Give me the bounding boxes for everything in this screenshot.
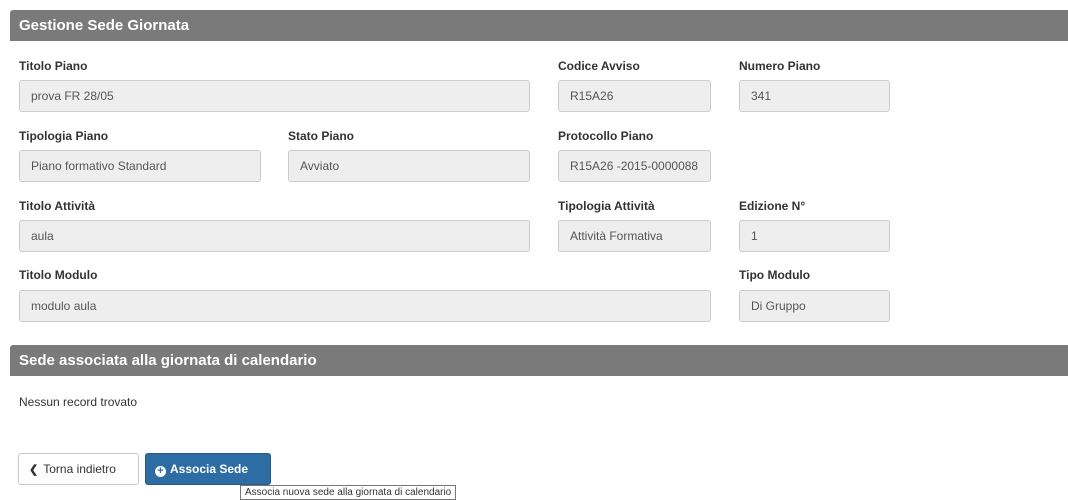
back-button-label: Torna indietro [43,462,116,476]
back-button[interactable]: ❮ Torna indietro [18,453,139,485]
protocollo-piano-label: Protocollo Piano [558,129,654,143]
chevron-left-icon: ❮ [29,464,39,476]
tipologia-attivita-field[interactable]: Attività Formativa [558,220,711,252]
edizione-field[interactable]: 1 [739,220,890,252]
stato-piano-label: Stato Piano [288,129,355,143]
numero-piano-field[interactable]: 341 [739,80,890,112]
associa-sede-label: Associa Sede [170,462,249,476]
titolo-piano-field[interactable]: prova FR 28/05 [19,80,530,112]
associa-sede-button[interactable]: + Associa Sede [145,453,271,485]
plus-circle-icon: + [155,466,166,477]
codice-avviso-field[interactable]: R15A26 [558,80,711,112]
numero-piano-label: Numero Piano [739,59,821,73]
tipo-modulo-label: Tipo Modulo [739,268,811,282]
titolo-modulo-field[interactable]: modulo aula [19,290,711,322]
titolo-attivita-field[interactable]: aula [19,220,530,252]
edizione-label: Edizione N° [739,199,806,213]
codice-avviso-label: Codice Avviso [558,59,640,73]
stato-piano-field[interactable]: Avviato [288,150,530,182]
titolo-modulo-label: Titolo Modulo [19,268,98,282]
tipologia-attivita-label: Tipologia Attività [558,199,655,213]
tipologia-piano-field[interactable]: Piano formativo Standard [19,150,261,182]
titolo-piano-label: Titolo Piano [19,59,88,73]
protocollo-piano-field[interactable]: R15A26 -2015-0000088 [558,150,711,182]
titolo-attivita-label: Titolo Attività [19,199,95,213]
tipologia-piano-label: Tipologia Piano [19,129,109,143]
sede-section-title: Sede associata alla giornata di calendar… [10,345,1068,376]
tipo-modulo-field[interactable]: Di Gruppo [739,290,890,322]
panel-title: Gestione Sede Giornata [10,10,1068,41]
empty-message: Nessun record trovato [19,395,138,409]
tooltip: Associa nuova sede alla giornata di cale… [240,485,457,500]
